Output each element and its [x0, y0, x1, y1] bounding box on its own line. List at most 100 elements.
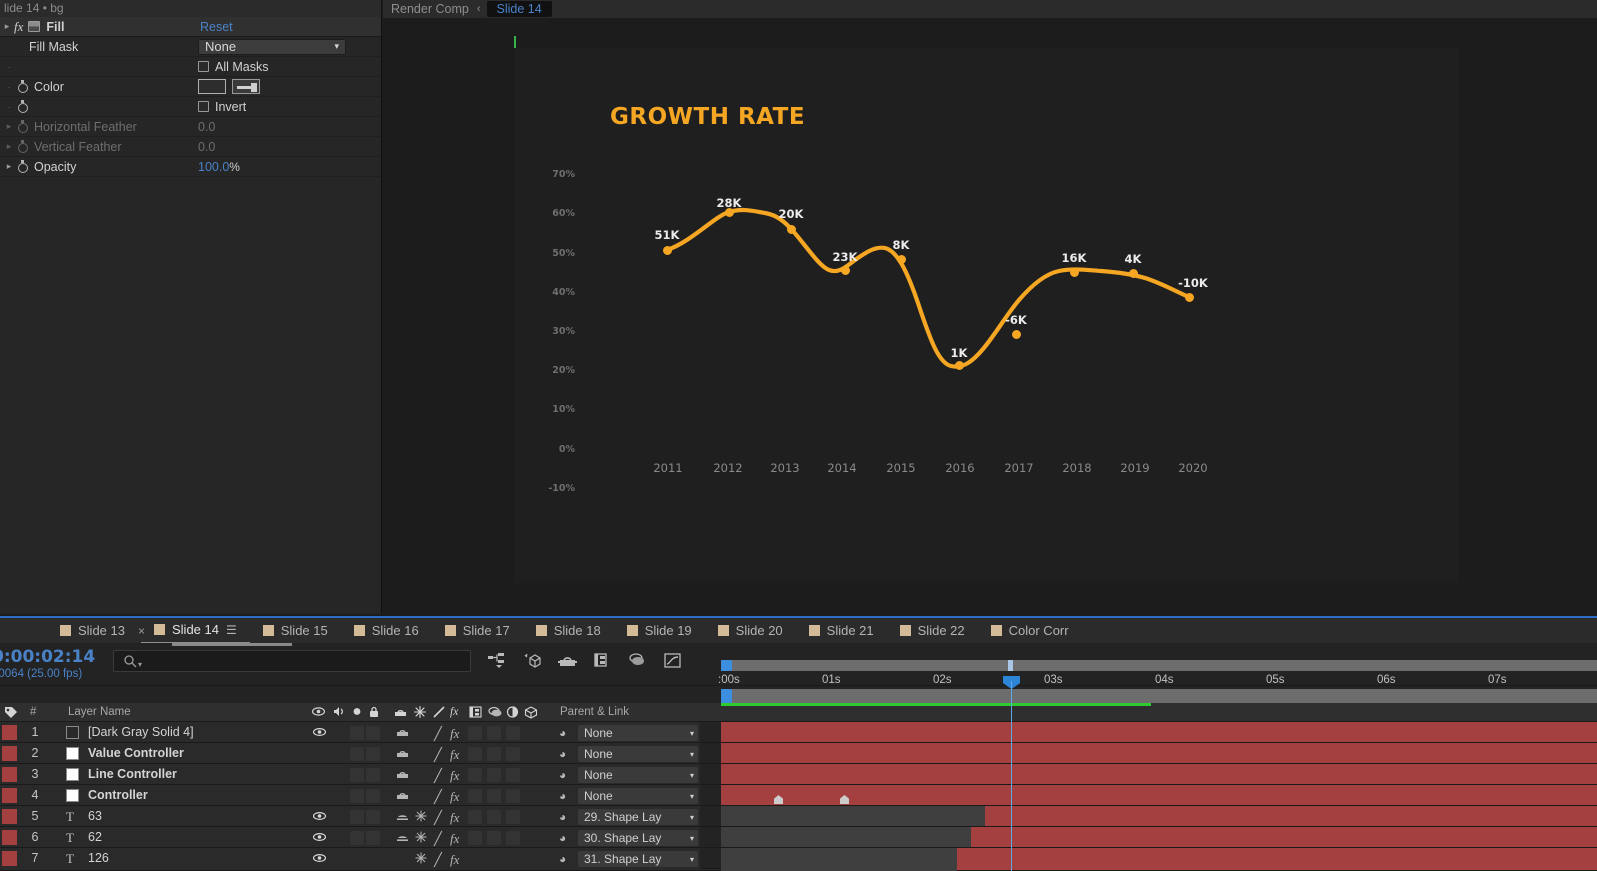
layer-duration-bar[interactable]: [721, 848, 1597, 871]
solo-toggle[interactable]: [350, 810, 364, 824]
table-row[interactable]: 4 Controller ╱ fx ◕ None ▾: [0, 785, 720, 806]
lock-toggle[interactable]: [366, 789, 380, 803]
draft-switch-icon[interactable]: ╱: [434, 810, 442, 826]
solo-toggle[interactable]: [350, 789, 364, 803]
stopwatch-icon[interactable]: [16, 120, 29, 133]
frame-blend-toggle[interactable]: [468, 747, 482, 761]
layer-duration-bar[interactable]: [721, 764, 1597, 785]
table-row[interactable]: 5 T 63 ╱ fx ◕ 29. Shape Lay ▾: [0, 806, 720, 827]
keyframe-marker[interactable]: [774, 795, 783, 804]
effects-switch-icon[interactable]: fx: [450, 831, 459, 847]
layer-label-color[interactable]: [2, 725, 17, 740]
layer-name[interactable]: Controller: [88, 788, 148, 802]
adjustment-toggle[interactable]: [506, 768, 520, 782]
work-area-track-bar[interactable]: [721, 689, 1597, 703]
effect-fill-header[interactable]: ▸ fx Fill Reset: [0, 17, 381, 37]
motion-blur-toggle[interactable]: [487, 726, 501, 740]
fill-mask-dropdown[interactable]: None ▾: [198, 38, 346, 55]
parent-dropdown[interactable]: None ▾: [578, 725, 698, 741]
parent-pickwhip-icon[interactable]: ◕: [559, 789, 566, 803]
horizontal-feather-value[interactable]: 0.0: [198, 120, 215, 134]
invert-checkbox[interactable]: [198, 101, 209, 112]
panel-menu-icon[interactable]: ☰: [226, 623, 237, 637]
shy-switch-icon[interactable]: [396, 768, 409, 783]
quality-switch-icon[interactable]: ╱: [434, 789, 442, 805]
chevron-left-icon[interactable]: ‹: [477, 3, 487, 15]
comp-tab-slide-21[interactable]: Slide 21: [796, 618, 887, 643]
solo-toggle[interactable]: [350, 747, 364, 761]
solo-toggle[interactable]: [350, 726, 364, 740]
solo-toggle[interactable]: [350, 831, 364, 845]
comp-tab-slide-14[interactable]: Slide 14 ☰: [141, 618, 250, 643]
reset-link[interactable]: Reset: [200, 20, 233, 34]
effects-switch-icon[interactable]: fx: [450, 852, 459, 868]
collapse-switch-icon[interactable]: [396, 810, 409, 825]
keyframe-marker[interactable]: [840, 795, 849, 804]
layer-inactive-region[interactable]: [721, 827, 971, 847]
adjustment-toggle[interactable]: [506, 726, 520, 740]
quality-switch-icon[interactable]: ╱: [434, 768, 442, 784]
layer-inactive-region[interactable]: [721, 848, 957, 871]
layer-duration-bar[interactable]: [721, 785, 1597, 806]
video-toggle-icon[interactable]: [312, 811, 327, 824]
layer-label-color[interactable]: [2, 788, 17, 803]
motion-blur-toggle[interactable]: [487, 789, 501, 803]
color-swatch[interactable]: [198, 79, 226, 94]
layer-name[interactable]: Value Controller: [88, 746, 184, 760]
comp-tab-slide-17[interactable]: Slide 17: [432, 618, 523, 643]
search-input[interactable]: ▾: [113, 650, 471, 672]
layer-duration-bar[interactable]: [721, 806, 1597, 827]
parent-pickwhip-icon[interactable]: ◕: [559, 768, 566, 782]
comp-tab-color-corr[interactable]: Color Corr: [978, 618, 1082, 643]
comp-tab-slide-19[interactable]: Slide 19: [614, 618, 705, 643]
expand-arrow-icon[interactable]: ▸: [2, 141, 16, 152]
layer-name[interactable]: [Dark Gray Solid 4]: [88, 725, 194, 739]
layer-label-color[interactable]: [2, 746, 17, 761]
motion-blur-toggle[interactable]: [487, 831, 501, 845]
draft-3d-icon[interactable]: [523, 652, 542, 674]
effects-switch-icon[interactable]: fx: [450, 726, 459, 742]
parent-pickwhip-icon[interactable]: ◕: [559, 747, 566, 761]
video-toggle-icon[interactable]: [312, 832, 327, 845]
tab-render-comp[interactable]: Render Comp: [383, 2, 477, 16]
opacity-value[interactable]: 100.0: [198, 160, 229, 174]
parent-dropdown[interactable]: 30. Shape Lay ▾: [578, 830, 698, 846]
frame-blend-toggle[interactable]: [468, 789, 482, 803]
layer-duration-bar[interactable]: [721, 722, 1597, 743]
adjustment-toggle[interactable]: [506, 747, 520, 761]
vertical-feather-value[interactable]: 0.0: [198, 140, 215, 154]
fx-icon[interactable]: fx: [14, 19, 23, 35]
solo-toggle[interactable]: [350, 768, 364, 782]
effects-switch-icon[interactable]: fx: [450, 768, 459, 784]
frame-blending-icon[interactable]: [593, 652, 612, 674]
quality-switch-icon[interactable]: ╱: [434, 747, 442, 763]
stopwatch-icon[interactable]: [16, 80, 29, 93]
motion-blur-toggle[interactable]: [487, 810, 501, 824]
table-row[interactable]: 7 T 126 ╱ fx ◕ 31. Shape Lay ▾: [0, 848, 720, 871]
shy-switch-icon[interactable]: [396, 726, 409, 741]
layer-name[interactable]: 126: [88, 851, 109, 865]
work-area-track-start[interactable]: [721, 689, 732, 703]
table-row[interactable]: 3 Line Controller ╱ fx ◕ None ▾: [0, 764, 720, 785]
lock-toggle[interactable]: [366, 831, 380, 845]
draft-switch-icon[interactable]: ╱: [434, 831, 442, 847]
comp-tab-slide-16[interactable]: Slide 16: [341, 618, 432, 643]
comp-tab-slide-15[interactable]: Slide 15: [250, 618, 341, 643]
motion-blur-toggle[interactable]: [487, 768, 501, 782]
shy-switch-icon[interactable]: [396, 789, 409, 804]
parent-dropdown[interactable]: 31. Shape Lay ▾: [578, 851, 698, 867]
frame-blend-toggle[interactable]: [468, 831, 482, 845]
lock-toggle[interactable]: [366, 747, 380, 761]
current-time-display[interactable]: 0:00:02:14: [0, 647, 95, 667]
expand-arrow-icon[interactable]: ▸: [0, 21, 14, 32]
comp-tab-slide-22[interactable]: Slide 22: [887, 618, 978, 643]
effects-switch-icon[interactable]: fx: [450, 789, 459, 805]
lock-toggle[interactable]: [366, 810, 380, 824]
quality-switch-icon[interactable]: [415, 831, 427, 846]
work-area-marker[interactable]: [1008, 660, 1013, 671]
adjustment-toggle[interactable]: [506, 831, 520, 845]
comp-tab-slide-13[interactable]: Slide 13: [0, 618, 138, 643]
work-area-start-handle[interactable]: [721, 660, 732, 671]
layer-label-color[interactable]: [2, 767, 17, 782]
work-area-bar[interactable]: [721, 660, 1597, 671]
